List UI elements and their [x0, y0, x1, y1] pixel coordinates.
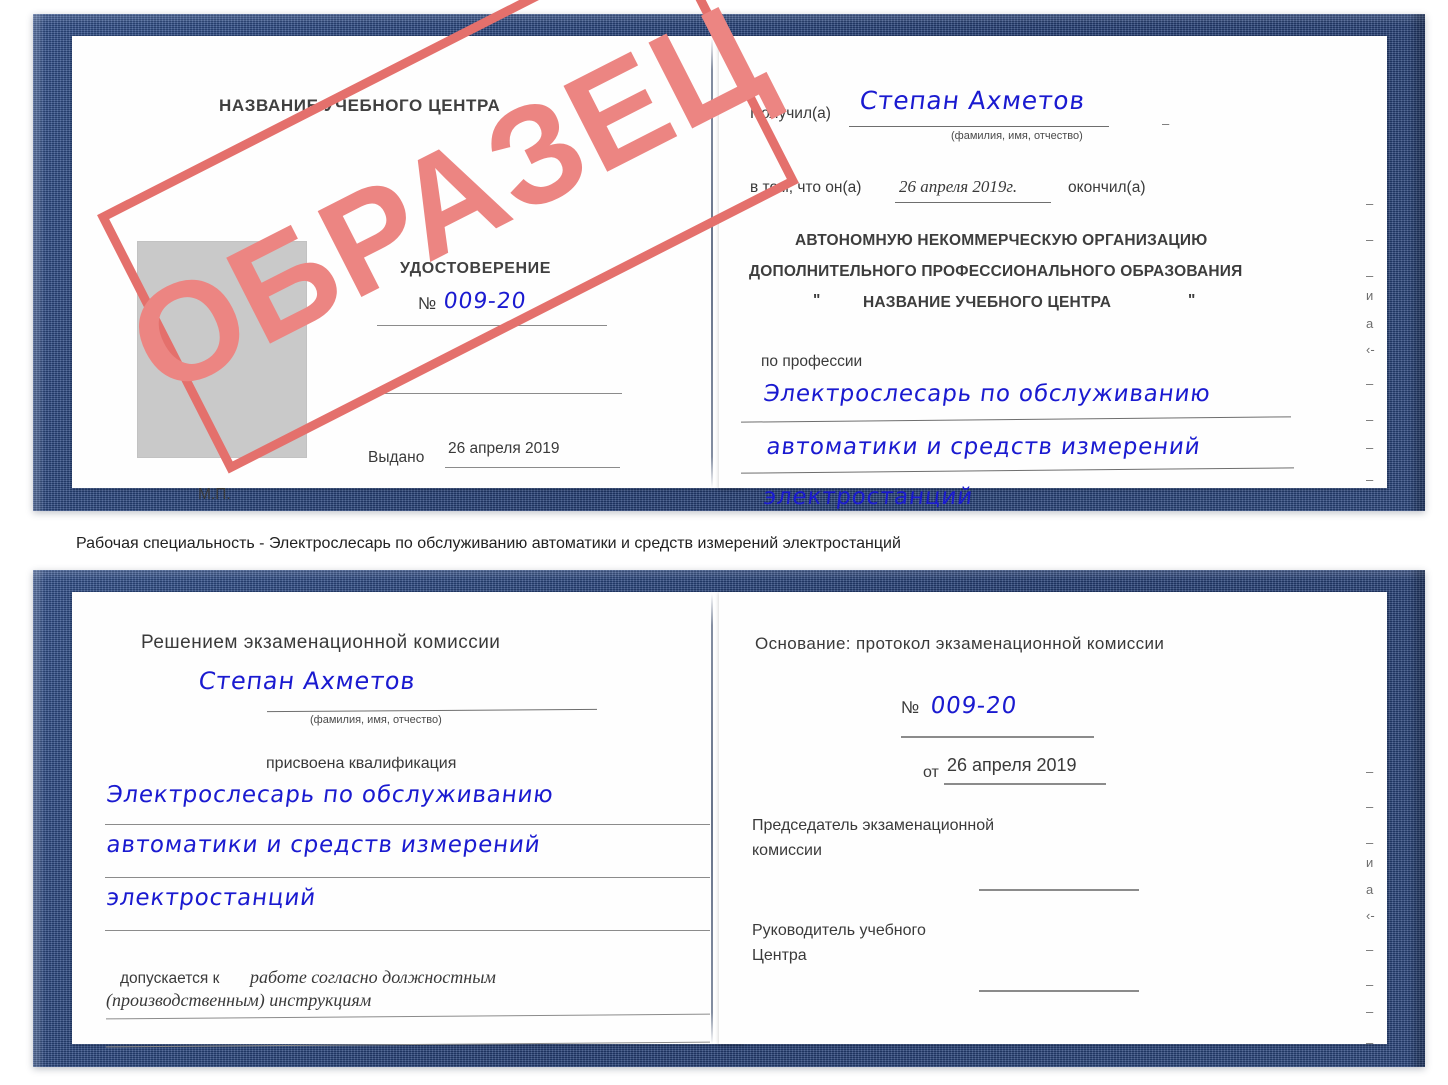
chairman-line-2: комиссии	[752, 842, 822, 859]
photo-placeholder	[137, 241, 307, 458]
edge-bleed-b-8: –	[1366, 1004, 1374, 1019]
certificate-top-spine	[711, 38, 713, 488]
number-rule	[377, 325, 607, 326]
certificate-bottom: Решением экзаменационной комиссии Степан…	[33, 570, 1425, 1067]
qualification-line-3: электростанций	[105, 885, 318, 911]
statement-date: 26 апреля 2019г.	[899, 177, 1018, 196]
edge-bleed-6: –	[1366, 376, 1374, 391]
protocol-date-rule	[944, 783, 1106, 785]
organization-quote-close: "	[1188, 292, 1196, 309]
protocol-date-value: 26 апреля 2019	[947, 755, 1077, 775]
profession-line-3: электростанций	[762, 484, 975, 510]
qualification-line-1: Электрослесарь по обслуживанию	[105, 782, 556, 808]
qualification-rule-3	[105, 930, 710, 931]
statement-date-rule	[895, 202, 1051, 203]
protocol-number-symbol: №	[901, 698, 920, 717]
profession-rule-1	[741, 416, 1291, 423]
certificate-bottom-spine	[711, 594, 713, 1044]
edge-bleed-0: –	[1366, 196, 1374, 211]
statement-prefix: в том, что он(а)	[750, 179, 862, 196]
statement-suffix: окончил(а)	[1068, 179, 1146, 196]
organization-line-3: НАЗВАНИЕ УЧЕБНОГО ЦЕНТРА	[863, 294, 1112, 311]
certificate-bottom-right-page: Основание: протокол экзаменационной коми…	[719, 592, 1387, 1050]
edge-bleed-3: и	[1366, 288, 1374, 303]
profession-line-2: автоматики и средств измерений	[765, 434, 1203, 460]
number-symbol: №	[418, 294, 437, 313]
commission-heading: Решением экзаменационной комиссии	[141, 632, 501, 653]
profession-line-1: Электрослесарь по обслуживанию	[762, 381, 1213, 407]
edge-bleed-2: –	[1366, 268, 1374, 283]
name-hint: (фамилия, имя, отчество)	[951, 130, 1083, 142]
person-name-rule	[267, 708, 597, 713]
admitted-label: допускается к	[120, 970, 220, 987]
issued-label: Выдано	[368, 449, 425, 466]
edge-bleed-7: –	[1366, 412, 1374, 427]
training-center-title: НАЗВАНИЕ УЧЕБНОГО ЦЕНТРА	[219, 96, 501, 115]
qualification-line-2: автоматики и средств измерений	[105, 832, 543, 858]
organization-line-1: АВТОНОМНУЮ НЕКОММЕРЧЕСКУЮ ОРГАНИЗАЦИЮ	[795, 232, 1208, 249]
certificate-number: 009-20	[442, 289, 528, 314]
admitted-value-2: (производственным) инструкциям	[106, 990, 372, 1010]
edge-bleed-b-5: ‹-	[1366, 908, 1375, 923]
head-signature-rule	[979, 990, 1139, 992]
organization-quote-open: "	[813, 292, 821, 309]
admitted-value-1: работе согласно должностным	[250, 967, 496, 987]
edge-bleed-8: –	[1366, 440, 1374, 455]
edge-bleed-b-2: –	[1366, 835, 1374, 850]
edge-bleed-9: –	[1366, 472, 1374, 487]
profession-rule-2	[741, 467, 1294, 474]
qualification-label: присвоена квалификация	[266, 755, 457, 772]
edge-bleed-1: –	[1366, 232, 1374, 247]
certificate-top-left-page: НАЗВАНИЕ УЧЕБНОГО ЦЕНТРА УДОСТОВЕРЕНИЕ №…	[72, 36, 743, 503]
caption: Рабочая специальность - Электрослесарь п…	[76, 535, 901, 552]
seal-label: М.П.	[198, 486, 231, 503]
issued-rule	[445, 467, 620, 468]
edge-bleed-b-4: а	[1366, 882, 1374, 897]
certificate-bottom-left-page: Решением экзаменационной комиссии Степан…	[72, 592, 743, 1048]
edge-bleed-b-0: –	[1366, 764, 1374, 779]
head-line-1: Руководитель учебного	[752, 922, 926, 939]
edge-bleed-b-9: –	[1366, 1035, 1374, 1050]
edge-bleed-b-7: –	[1366, 977, 1374, 992]
certificate-top-right-page: Получил(а) Степан Ахметов (фамилия, имя,…	[719, 36, 1387, 510]
edge-bleed-5: ‹-	[1366, 342, 1375, 357]
received-name: Степан Ахметов	[858, 86, 1087, 115]
head-line-2: Центра	[752, 947, 807, 964]
person-name: Степан Ахметов	[197, 667, 418, 695]
edge-bleed-b-6: –	[1366, 942, 1374, 957]
received-label: Получил(а)	[750, 105, 831, 122]
protocol-date-label: от	[923, 764, 939, 781]
profession-label: по профессии	[761, 353, 863, 370]
certificate-top: НАЗВАНИЕ УЧЕБНОГО ЦЕНТРА УДОСТОВЕРЕНИЕ №…	[33, 0, 1425, 511]
blank-rule-1	[377, 393, 622, 394]
qualification-rule-1	[105, 824, 710, 825]
chairman-line-1: Председатель экзаменационной	[752, 817, 995, 834]
chairman-signature-rule	[979, 889, 1139, 891]
edge-bleed-b-3: и	[1366, 855, 1374, 870]
edge-bleed-4: а	[1366, 316, 1374, 331]
protocol-number-rule	[901, 736, 1094, 738]
received-name-rule	[849, 126, 1109, 127]
qualification-rule-2	[105, 877, 710, 878]
edge-bleed-b-1: –	[1366, 799, 1374, 814]
basis-label: Основание: протокол экзаменационной коми…	[755, 634, 1165, 653]
protocol-number-value: 009-20	[929, 693, 1019, 719]
organization-line-2: ДОПОЛНИТЕЛЬНОГО ПРОФЕССИОНАЛЬНОГО ОБРАЗО…	[749, 263, 1243, 280]
document-type-title: УДОСТОВЕРЕНИЕ	[400, 260, 552, 277]
name-hint-bottom: (фамилия, имя, отчество)	[310, 714, 442, 726]
issued-date: 26 апреля 2019	[448, 440, 560, 457]
edge-dash-top: –	[1162, 116, 1170, 131]
admitted-rule-1	[106, 1013, 710, 1020]
